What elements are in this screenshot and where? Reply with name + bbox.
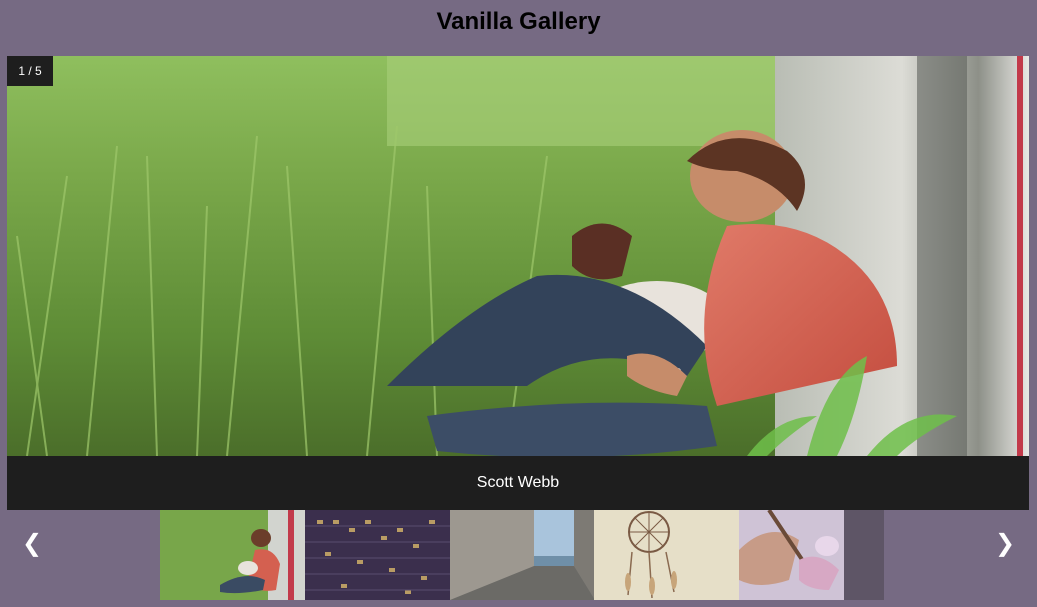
main-image bbox=[7, 56, 1029, 456]
thumbnail-3[interactable] bbox=[449, 510, 595, 600]
image-caption: Scott Webb bbox=[7, 456, 1029, 510]
thumbnail-5[interactable] bbox=[739, 510, 884, 600]
page-title: Vanilla Gallery bbox=[436, 8, 601, 35]
thumbnail-1[interactable] bbox=[160, 510, 305, 600]
thumbnail-strip bbox=[160, 510, 884, 600]
thumbnail-4[interactable] bbox=[594, 510, 740, 600]
prev-button[interactable]: ❮ bbox=[7, 510, 57, 577]
next-button[interactable]: ❯ bbox=[980, 510, 1030, 577]
slide-counter: 1 / 5 bbox=[7, 56, 53, 86]
thumbnail-2[interactable] bbox=[304, 510, 450, 600]
